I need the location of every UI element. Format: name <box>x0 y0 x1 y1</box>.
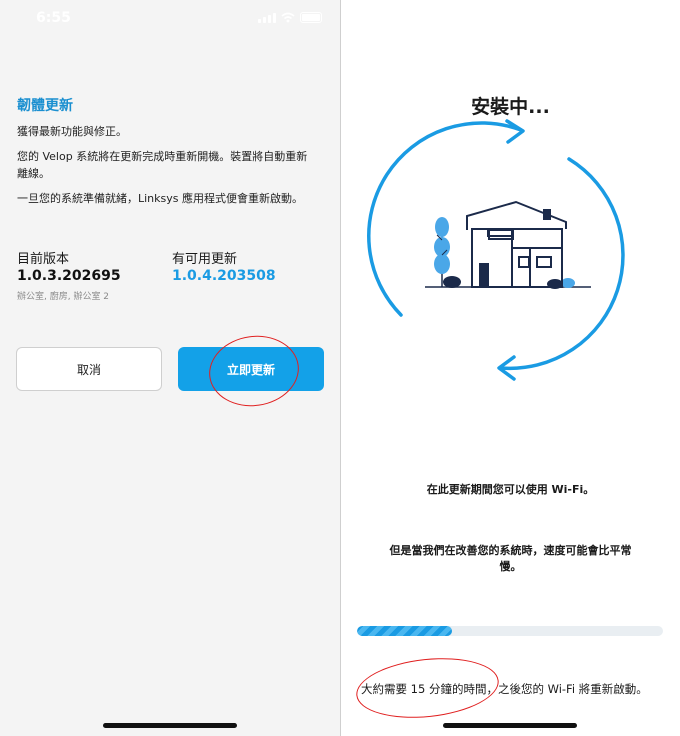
description-reboot: 您的 Velop 系統將在更新完成時重新開機。裝置將自動重新 <box>17 150 308 163</box>
description-features: 獲得最新功能與修正。 <box>17 125 127 138</box>
available-version-value: 1.0.4.203508 <box>172 268 276 284</box>
refresh-arrows-icon <box>367 119 625 381</box>
installing-screen: 安裝中... 在此更新期間您可以使用 Wi-Fi。 但是當我們在改善您的系統時，… <box>341 0 680 736</box>
house-icon <box>466 200 567 288</box>
wifi-available-text: 在此更新期間您可以使用 Wi-Fi。 <box>426 483 595 496</box>
description-restart: 一旦您的系統準備就緒，Linksys 應用程式便會重新啟動。 <box>17 192 303 205</box>
current-version-nodes: 辦公室, 廚房, 辦公室 2 <box>17 292 110 302</box>
current-version-value: 1.0.3.202695 <box>17 268 121 284</box>
current-version-label: 目前版本 <box>17 252 70 267</box>
firmware-update-screen: 6:55 韌體更新 獲得最新功能與修正。 您的 Velop 系統將在更新完成時重… <box>0 0 340 736</box>
wifi-icon <box>281 12 295 23</box>
signal-icon <box>258 12 276 23</box>
house-update-illustration <box>367 119 625 381</box>
time-estimate-text: 大約需要 15 分鐘的時間，之後您的 Wi-Fi 將重新啟動。 <box>361 682 648 696</box>
home-indicator <box>103 723 237 728</box>
tree-icon <box>434 217 450 287</box>
speed-warning-text-cont: 慢。 <box>499 560 522 573</box>
update-now-button[interactable]: 立即更新 <box>178 347 324 391</box>
home-indicator <box>443 723 577 728</box>
install-progress-fill <box>357 626 452 636</box>
status-bar: 6:55 <box>0 0 340 34</box>
install-progress-bar <box>357 626 663 636</box>
page-title: 韌體更新 <box>17 98 73 114</box>
description-reboot-cont: 離線。 <box>17 167 50 180</box>
available-update-label: 有可用更新 <box>172 252 238 267</box>
status-time: 6:55 <box>36 10 71 26</box>
speed-warning-text: 但是當我們在改善您的系統時，速度可能會比平常 <box>389 544 632 557</box>
status-icons <box>258 12 322 23</box>
cancel-button[interactable]: 取消 <box>16 347 162 391</box>
battery-icon <box>300 12 322 23</box>
